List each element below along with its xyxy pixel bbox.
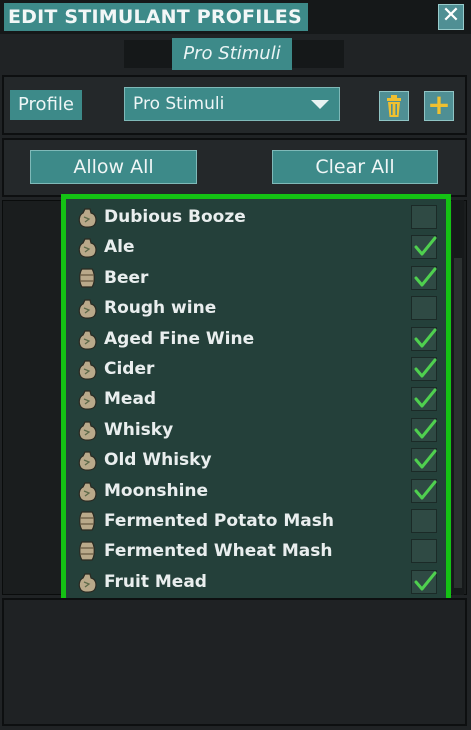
booze-sack-icon	[75, 205, 99, 229]
item-name: Fruit Mead	[104, 571, 207, 592]
list-item[interactable]: Beer	[66, 263, 446, 293]
item-name: Moonshine	[104, 480, 209, 501]
allow-checkbox[interactable]	[411, 205, 437, 229]
moonshine-sack-icon	[75, 479, 99, 503]
whisky-sack-icon	[75, 418, 99, 442]
profile-dropdown[interactable]: Pro Stimuli	[124, 87, 340, 121]
allow-checkbox[interactable]	[411, 509, 437, 533]
clear-all-button[interactable]: Clear All	[272, 150, 438, 184]
checkmark-icon	[414, 419, 437, 439]
checkmark-icon	[414, 571, 437, 591]
trash-icon	[387, 95, 401, 117]
mash-barrel-icon	[75, 539, 99, 563]
item-name: Whisky	[104, 419, 174, 440]
allow-checkbox[interactable]	[411, 448, 437, 473]
list-item[interactable]: Mead	[66, 384, 446, 414]
list-item[interactable]: Fermented Potato Mash	[66, 506, 446, 536]
list-item[interactable]: Whisky	[66, 415, 446, 445]
allow-checkbox[interactable]	[411, 296, 437, 321]
allow-checkbox[interactable]	[411, 326, 437, 351]
bottom-panel	[2, 598, 467, 726]
list-item[interactable]: Dubious Booze	[66, 202, 446, 232]
cider-sack-icon	[75, 357, 99, 381]
checkmark-icon	[414, 236, 437, 256]
item-name: Fermented Potato Mash	[104, 511, 334, 531]
close-button[interactable]: ✕	[438, 4, 464, 30]
list-item[interactable]: Fermented Wheat Mash	[66, 536, 446, 566]
item-name: Old Whisky	[104, 450, 212, 471]
allow-checkbox[interactable]	[411, 417, 437, 442]
list-item[interactable]: Moonshine	[66, 476, 446, 506]
item-name: Rough wine	[104, 298, 217, 319]
item-name: Aged Fine Wine	[104, 328, 255, 349]
allow-checkbox[interactable]	[411, 569, 437, 594]
list-item[interactable]: Fruit Mead	[66, 567, 446, 597]
mash-barrel-icon	[75, 509, 99, 533]
whisky-sack-icon	[75, 448, 99, 472]
profile-name-heading: Pro Stimuli	[172, 38, 292, 70]
profile-label: Profile	[10, 90, 82, 120]
checkmark-icon	[414, 449, 437, 469]
stimulant-list: Dubious Booze Ale Beer Rough wine Aged Fine …	[61, 194, 451, 603]
list-item[interactable]: Ale	[66, 232, 446, 262]
profile-dropdown-value: Pro Stimuli	[133, 94, 225, 114]
allow-all-button[interactable]: Allow All	[30, 150, 197, 184]
list-item[interactable]: Aged Fine Wine	[66, 324, 446, 354]
item-name: Fermented Wheat Mash	[104, 541, 333, 562]
allow-checkbox[interactable]	[411, 387, 437, 412]
item-name: Cider	[104, 359, 155, 379]
allow-checkbox[interactable]	[411, 357, 437, 381]
list-item[interactable]: Old Whisky	[66, 445, 446, 475]
title-bar: EDIT STIMULANT PROFILES ✕	[0, 0, 471, 34]
allow-checkbox[interactable]	[411, 478, 437, 503]
checkmark-icon	[414, 480, 437, 500]
item-name: Beer	[104, 267, 149, 288]
mead-sack-icon	[75, 570, 99, 594]
checkmark-icon	[414, 388, 437, 408]
item-name: Mead	[104, 389, 157, 410]
delete-profile-button[interactable]	[379, 91, 409, 121]
wine-sack-icon	[75, 296, 99, 320]
beer-barrel-icon	[75, 266, 99, 290]
list-item[interactable]: Rough wine	[66, 293, 446, 323]
allow-checkbox[interactable]	[411, 539, 437, 564]
checkmark-icon	[414, 328, 437, 348]
scrollbar-thumb[interactable]	[454, 258, 462, 588]
checkmark-icon	[414, 267, 437, 287]
edit-stimulant-profiles-window: EDIT STIMULANT PROFILES ✕ Pro Stimuli Pr…	[0, 0, 471, 730]
wine-sack-icon	[75, 327, 99, 351]
chevron-down-icon	[311, 100, 329, 109]
allow-checkbox[interactable]	[411, 265, 437, 290]
list-item[interactable]: Cider	[66, 354, 446, 384]
allow-checkbox[interactable]	[411, 235, 437, 260]
window-title: EDIT STIMULANT PROFILES	[4, 3, 308, 31]
item-name: Dubious Booze	[104, 207, 246, 227]
mead-sack-icon	[75, 387, 99, 411]
add-profile-button[interactable]: +	[424, 91, 454, 121]
ale-sack-icon	[75, 235, 99, 259]
checkmark-icon	[414, 358, 437, 378]
item-name: Ale	[104, 237, 135, 258]
